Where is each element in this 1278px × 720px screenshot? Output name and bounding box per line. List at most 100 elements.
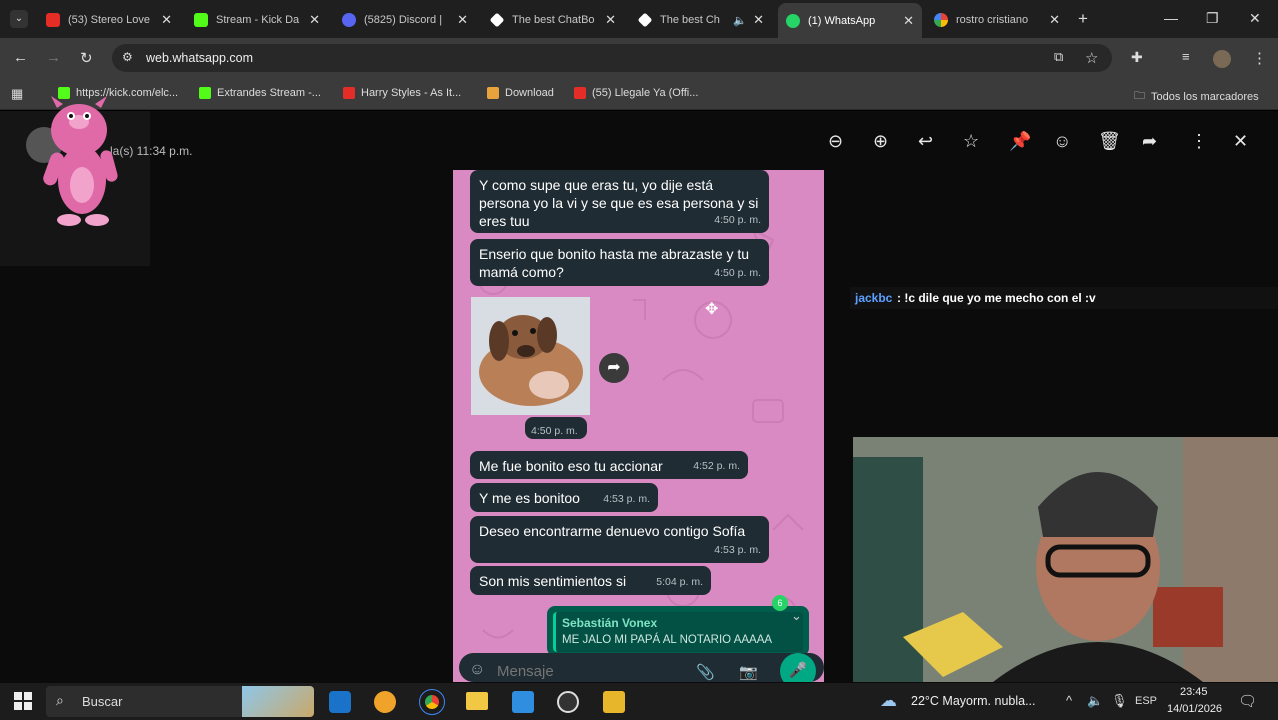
emoji-react-icon[interactable]: ☺	[1053, 131, 1071, 152]
media-control-icon[interactable]: ≡	[1182, 49, 1190, 64]
windows-start-icon[interactable]	[14, 692, 32, 710]
camera-icon[interactable]: 📷	[739, 663, 758, 681]
pin-icon[interactable]: 📌	[1009, 131, 1031, 152]
all-bookmarks-folder[interactable]: 🗀 Todos los marcadores	[1134, 87, 1259, 106]
voice-record-button[interactable]: 🎤	[780, 653, 816, 682]
tab-title: (1) WhatsApp	[808, 14, 876, 27]
close-icon[interactable]: ✕	[753, 12, 764, 28]
message-bubble[interactable]: Son mis sentimientos si 5:04 p. m.	[470, 566, 711, 595]
outgoing-reply-bubble[interactable]: Sebastián Vonex ME JALO MI PAPÁ AL NOTAR…	[547, 606, 809, 656]
folder-icon: 🗀	[1134, 90, 1145, 102]
star-icon[interactable]: ☆	[963, 131, 979, 152]
bookmark-item[interactable]: Harry Styles - As It...	[343, 87, 461, 99]
address-bar[interactable]	[112, 44, 1112, 72]
message-bubble[interactable]: Deseo encontrarme denuevo contigo Sofía …	[470, 516, 769, 563]
message-time: 4:50 p. m.	[714, 214, 761, 226]
emoji-icon[interactable]: ☺	[469, 661, 485, 679]
tab-title: The best ChatBo	[512, 14, 595, 26]
zoom-in-icon[interactable]: ⊕	[873, 131, 888, 152]
weather-icon[interactable]: ☁	[880, 691, 897, 711]
chrome-icon[interactable]	[419, 689, 445, 715]
youtube-icon	[46, 13, 60, 27]
more-options-icon[interactable]: ⋮	[1190, 131, 1208, 152]
url-text[interactable]: web.whatsapp.com	[146, 51, 253, 65]
attach-icon[interactable]: 📎	[696, 663, 715, 681]
clock-time[interactable]: 23:45	[1180, 686, 1208, 698]
stream-chat-message: jackbc : !c dile que yo me mecho con el …	[850, 287, 1278, 309]
bookmark-label: (55) Llegale Ya (Offi...	[592, 87, 699, 99]
award-app-icon[interactable]	[374, 691, 396, 713]
zoom-out-icon[interactable]: ⊖	[828, 131, 843, 152]
minimize-button[interactable]: —	[1164, 10, 1178, 26]
chat-panel: Y como supe que eras tu, yo dije está pe…	[453, 170, 824, 682]
store-icon[interactable]	[512, 691, 534, 713]
bookmark-item[interactable]: Download	[487, 87, 554, 99]
tab-discord[interactable]: (5825) Discord | ✕	[334, 5, 476, 35]
bookmark-item[interactable]: (55) Llegale Ya (Offi...	[574, 87, 698, 99]
message-text: Me fue bonito eso tu accionar	[479, 458, 663, 474]
tab-title: rostro cristiano	[956, 14, 1029, 26]
bookmark-star-icon[interactable]: ☆	[1085, 49, 1098, 67]
tab-search-chevron-icon[interactable]: ⌄	[10, 10, 28, 28]
close-icon[interactable]: ✕	[161, 12, 172, 28]
obs-icon[interactable]	[557, 691, 579, 713]
bookmark-item[interactable]: Extrandes Stream -...	[199, 87, 321, 99]
close-icon[interactable]: ✕	[605, 12, 616, 28]
tab-google-search[interactable]: rostro cristiano ✕	[926, 5, 1068, 35]
more-menu-icon[interactable]: ⋮	[1252, 49, 1267, 67]
tab-youtube-stereo-love[interactable]: (53) Stereo Love ✕	[38, 5, 180, 35]
tray-chevron-icon[interactable]: ^	[1066, 693, 1072, 708]
microphone-icon[interactable]: 🎙	[1111, 693, 1128, 709]
message-bubble[interactable]: Y me es bonitoo 4:53 p. m.	[470, 483, 658, 512]
tab-chatbot-2[interactable]: The best Ch 🔈 ✕	[630, 5, 772, 35]
forward-media-button[interactable]: ➦	[599, 353, 629, 383]
outlook-icon[interactable]	[329, 691, 351, 713]
taskbar-search-box[interactable]: ⌕ Buscar	[46, 686, 314, 717]
tab-chatbot-1[interactable]: The best ChatBo ✕	[482, 5, 624, 35]
youtube-icon	[574, 87, 586, 99]
close-icon[interactable]: ✕	[903, 13, 914, 29]
close-viewer-icon[interactable]: ✕	[1233, 131, 1248, 152]
new-tab-button[interactable]: +	[1078, 9, 1088, 29]
speaker-icon[interactable]: 🔈	[733, 14, 747, 27]
extensions-icon[interactable]: ✚	[1131, 49, 1143, 66]
back-icon[interactable]: ←	[13, 49, 28, 66]
notifications-icon[interactable]: 🗨	[1238, 692, 1257, 710]
chatbot-icon	[489, 12, 505, 28]
quoted-text: ME JALO MI PAPÁ AL NOTARIO AAAAA	[562, 634, 773, 646]
file-explorer-icon[interactable]	[466, 692, 488, 710]
volume-icon[interactable]: 🔈	[1087, 693, 1103, 709]
media-app-icon[interactable]	[603, 691, 625, 713]
reload-icon[interactable]: ↻	[80, 49, 93, 67]
close-icon[interactable]: ✕	[1049, 12, 1060, 28]
restore-button[interactable]: ❐	[1206, 10, 1219, 27]
apps-grid-icon[interactable]: ▦	[11, 86, 23, 102]
message-bubble[interactable]: Me fue bonito eso tu accionar 4:52 p. m.	[470, 451, 748, 479]
dog-photo-message[interactable]	[471, 297, 590, 415]
message-bubble[interactable]: Enserio que bonito hasta me abrazaste y …	[470, 239, 769, 286]
reply-icon[interactable]: ↩	[918, 131, 933, 152]
scroll-down-chevron-icon[interactable]: ⌄	[791, 608, 802, 624]
avatar[interactable]	[1213, 50, 1231, 68]
google-icon	[934, 13, 948, 27]
whatsapp-icon	[786, 13, 800, 28]
weather-text[interactable]: 22°C Mayorm. nubla...	[911, 694, 1036, 708]
tab-kick-stream[interactable]: Stream - Kick Da ✕	[186, 5, 328, 35]
language-indicator[interactable]: ESP	[1135, 695, 1157, 707]
message-bubble[interactable]: Y como supe que eras tu, yo dije está pe…	[470, 170, 769, 233]
forward-icon[interactable]: →	[46, 49, 61, 66]
close-icon[interactable]: ✕	[309, 12, 320, 28]
message-input[interactable]	[497, 660, 677, 682]
site-info-icon[interactable]: ⚙	[122, 50, 133, 64]
install-app-icon[interactable]: ⧉	[1054, 49, 1063, 65]
delete-icon[interactable]: 🗑	[1098, 131, 1121, 152]
bookmark-label: Download	[505, 87, 554, 99]
tab-strip: ⌄ (53) Stereo Love ✕ Stream - Kick Da ✕ …	[0, 0, 1278, 38]
close-window-button[interactable]: ✕	[1249, 10, 1261, 27]
bookmark-label: Harry Styles - As It...	[361, 87, 462, 99]
youtube-icon	[343, 87, 355, 99]
clock-date[interactable]: 14/01/2026	[1167, 703, 1222, 715]
forward-icon[interactable]: ➦	[1142, 131, 1157, 152]
close-icon[interactable]: ✕	[457, 12, 468, 28]
tab-whatsapp[interactable]: (1) WhatsApp ✕	[778, 3, 922, 38]
